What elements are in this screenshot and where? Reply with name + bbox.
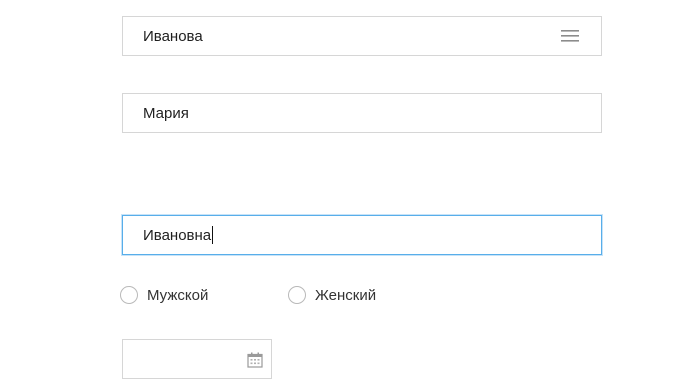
first-name-field[interactable]: Мария: [122, 93, 602, 133]
radio-button-male[interactable]: [120, 286, 138, 304]
gender-radio-female[interactable]: Женский: [288, 286, 376, 304]
radio-label-female: Женский: [315, 286, 377, 304]
middle-name-value-wrap: Ивановна: [143, 216, 214, 254]
middle-name-field[interactable]: Ивановна: [122, 215, 602, 255]
radio-button-female[interactable]: [288, 286, 306, 304]
last-name-field[interactable]: Иванова: [122, 16, 602, 56]
birth-date-field[interactable]: [122, 339, 272, 379]
middle-name-value: Ивановна: [143, 226, 212, 244]
radio-label-male: Мужской: [147, 286, 209, 304]
menu-icon[interactable]: [561, 29, 579, 43]
first-name-value: Мария: [143, 104, 189, 122]
gender-radio-male[interactable]: Мужской: [120, 286, 208, 304]
text-caret: [212, 226, 214, 244]
last-name-value: Иванова: [143, 27, 203, 45]
calendar-icon[interactable]: [247, 352, 263, 368]
